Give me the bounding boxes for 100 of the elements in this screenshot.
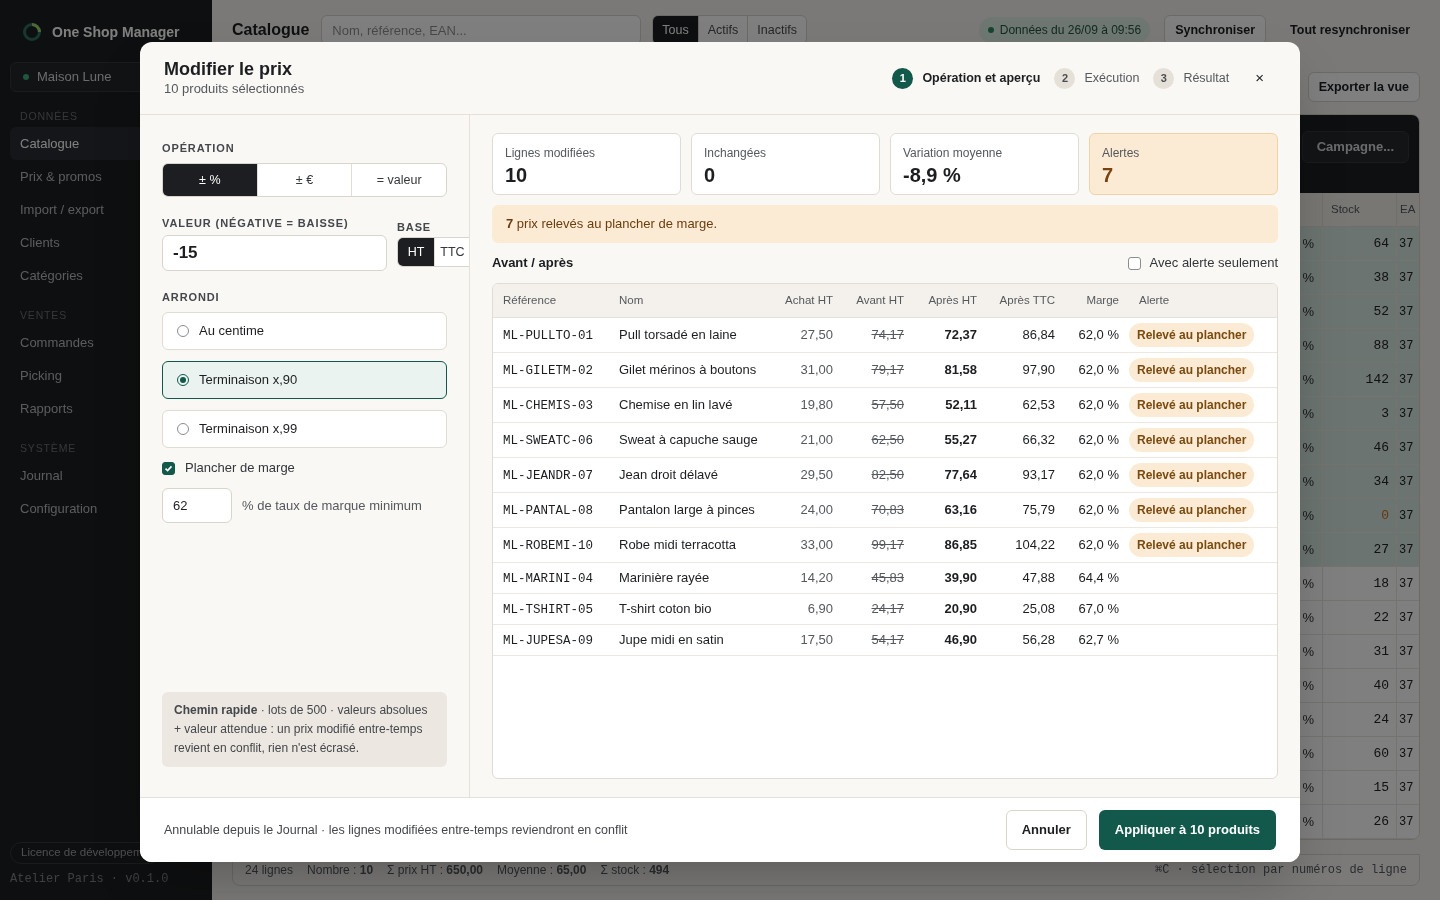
table-cell-text: 37 (1399, 473, 1414, 491)
sync-button[interactable]: Synchroniser (1164, 15, 1267, 45)
table-cell: 97,90 (1022, 362, 1055, 378)
status-item: Σ stock : 494 (600, 862, 670, 879)
table-cell-text: % (1302, 812, 1314, 831)
table-cell-text: % (1302, 404, 1314, 423)
resync-button[interactable]: Tout resynchroniser (1280, 15, 1420, 45)
table-cell: 21,00 (800, 432, 833, 448)
rounding-option[interactable]: Terminaison x,99 (162, 410, 447, 448)
dialog-title: Modifier le prix (164, 58, 294, 80)
table-cell: 62,0 % (1078, 397, 1119, 413)
step[interactable]: 3 Résultat (1153, 67, 1230, 89)
table-cell: 62,0 % (1078, 432, 1119, 448)
column-header: Nom (619, 293, 644, 306)
table-cell: ML-MARINI-04 (503, 571, 593, 586)
base-option[interactable]: HT (398, 238, 434, 266)
table-cell: ML-GILETM-02 (503, 363, 593, 378)
table-cell: Marinière rayée (619, 570, 710, 586)
table-cell: Jupe midi en satin (619, 632, 724, 648)
checkbox[interactable] (162, 461, 175, 475)
step[interactable]: 2 Exécution (1054, 67, 1140, 89)
table-cell-text: 37 (1399, 643, 1414, 661)
table-cell: 62,0 % (1078, 327, 1119, 343)
table-cell-text: 40 (1373, 676, 1389, 695)
logo-icon (22, 22, 42, 42)
app-name: One Shop Manager (52, 22, 180, 42)
table-cell-text: % (1302, 370, 1314, 389)
table-cell: ML-TSHIRT-05 (503, 602, 593, 617)
table-cell-text: 22 (1373, 608, 1389, 627)
table-cell-text: % (1302, 710, 1314, 729)
table-cell: 56,28 (1022, 632, 1055, 648)
table-cell-text: % (1302, 642, 1314, 661)
table-cell: 24,17 (871, 601, 904, 617)
table-cell: 55,27 (944, 432, 977, 448)
shortcut-hint: ⌘C · sélection par numéros de ligne (1154, 862, 1407, 879)
step[interactable]: 1 Opération et aperçu (892, 67, 1041, 89)
table-cell-text: % (1302, 472, 1314, 491)
table-cell-text: % (1302, 506, 1314, 525)
table-cell: 52,11 (945, 397, 977, 413)
table-cell-text: 37 (1399, 405, 1414, 423)
stat-value: -8,9 % (903, 163, 962, 188)
margin-field[interactable]: 62 (162, 488, 232, 523)
table-cell-text: 37 (1399, 779, 1414, 797)
table-cell-text: 38 (1373, 268, 1389, 287)
operation-option[interactable]: ± % (163, 164, 257, 196)
value-field[interactable]: -15 (162, 235, 387, 271)
table-cell-text: 37 (1399, 677, 1414, 695)
table-cell-text: 37 (1399, 337, 1414, 355)
table-cell: Sweat à capuche sauge (619, 432, 758, 448)
stat-label: Lignes modifiées (505, 145, 597, 162)
table-cell: 86,84 (1022, 327, 1055, 343)
table-cell-text: % (1302, 676, 1314, 695)
table-cell: 62,0 % (1078, 537, 1119, 553)
table-cell-text: 37 (1399, 269, 1414, 287)
table-cell: 27,50 (800, 327, 833, 343)
checkbox[interactable] (1127, 256, 1141, 270)
cancel-button[interactable]: Annuler (1005, 810, 1087, 850)
dialog-subtitle: 10 produits sélectionnés (164, 80, 305, 98)
close-button[interactable]: × (1255, 66, 1264, 90)
table-cell: 25,08 (1022, 601, 1055, 617)
operation-option[interactable]: ± € (256, 164, 352, 196)
operation-option[interactable]: = valeur (351, 164, 446, 196)
table-cell-text: % (1302, 744, 1314, 763)
field-label: ARRONDI (162, 290, 221, 303)
table-cell-text: 27 (1373, 540, 1389, 559)
stat-value: 7 (1102, 163, 1115, 188)
search-field[interactable]: Nom, référence, EAN... (321, 15, 642, 45)
table-cell: 62,0 % (1078, 502, 1119, 518)
stat-label: Variation moyenne (903, 145, 1004, 162)
table-cell-text: 37 (1399, 235, 1414, 253)
filter-tab[interactable]: Tous (653, 16, 698, 44)
table-cell-text: 37 (1399, 575, 1414, 593)
base-option[interactable]: TTC (434, 238, 469, 266)
column-header: Stock (1331, 201, 1360, 217)
table-cell: 74,17 (871, 327, 904, 343)
rounding-option[interactable]: Au centime (162, 312, 447, 350)
alert-badge: Relevé au plancher (1129, 323, 1255, 347)
table-cell-text: 26 (1373, 812, 1389, 831)
footer-note: Annulable depuis le Journal · les lignes modifiées entre-temps reviendront en conflit (164, 821, 628, 839)
column-header: Achat HT (785, 293, 833, 306)
campaign-button[interactable]: Campagne... (1301, 131, 1409, 163)
table-cell-text: % (1302, 608, 1314, 627)
status-item: Nombre : 10 (307, 862, 374, 879)
table-cell-text: 0 (1381, 506, 1389, 525)
rounding-option[interactable]: Terminaison x,90 (162, 361, 447, 399)
alert-badge: Relevé au plancher (1129, 393, 1255, 417)
table-cell: Robe midi terracotta (619, 537, 737, 553)
field-label: VALEUR (NÉGATIVE = BAISSE) (162, 216, 350, 229)
table-cell-text: 60 (1373, 744, 1389, 763)
table-cell: 72,37 (944, 327, 977, 343)
table-cell: ML-JEANDR-07 (503, 468, 593, 483)
export-button[interactable]: Exporter la vue (1307, 72, 1420, 102)
stat-value: 0 (704, 163, 717, 188)
column-header: Marge (1086, 293, 1119, 306)
apply-button[interactable]: Appliquer à 10 produits (1098, 810, 1276, 850)
checkbox-label: Avec alerte seulement (1149, 254, 1278, 273)
status-item: 24 lignes (245, 862, 294, 879)
table-cell: 46,90 (944, 632, 977, 648)
table-cell: 62,50 (871, 432, 904, 448)
table-cell-text: 37 (1399, 541, 1414, 559)
